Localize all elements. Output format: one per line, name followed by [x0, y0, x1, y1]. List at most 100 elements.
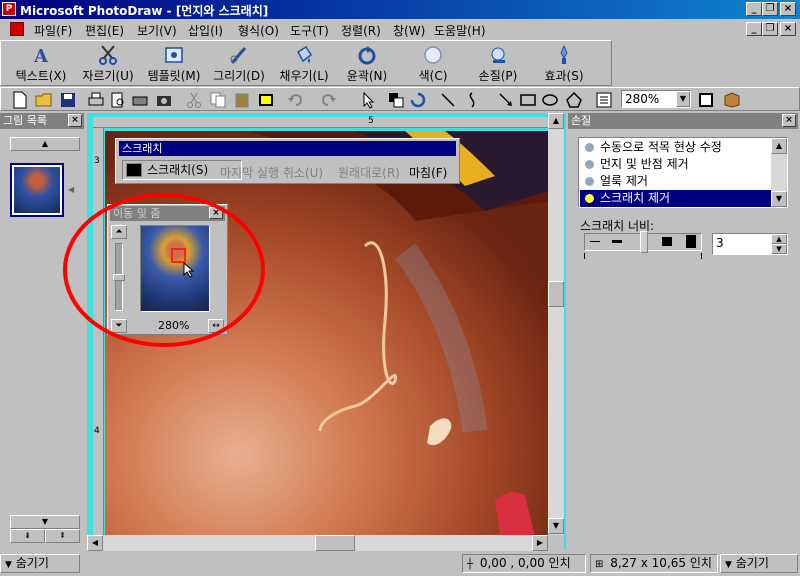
pointer-icon[interactable]: [359, 91, 377, 109]
spin-down-icon[interactable]: ▼: [771, 244, 787, 254]
vertical-scrollbar[interactable]: ▲ ▼: [548, 113, 564, 535]
effects-button[interactable]: 효과(S): [535, 41, 593, 87]
draw-icon: [230, 47, 247, 64]
scroll-right-arrow-icon[interactable]: ▶: [532, 535, 548, 551]
touchup-item-smudge[interactable]: 얼룩 제거: [580, 173, 771, 190]
horizontal-scrollbar[interactable]: ◀ ▶: [87, 535, 548, 551]
horizontal-scroll-thumb[interactable]: [315, 535, 355, 551]
doc-restore-button[interactable]: ❐: [762, 22, 778, 36]
chevron-down-icon[interactable]: ▼: [676, 91, 690, 107]
width-slider-thumb[interactable]: [640, 231, 648, 253]
undo-last-button[interactable]: 마지막 실행 취소(U): [220, 164, 323, 181]
curve-icon[interactable]: [463, 91, 481, 109]
hide-left-toggle[interactable]: ▼ 숨기기: [0, 554, 80, 573]
status-bar: ▼ 숨기기 ┼ 0,00 , 0,00 인치 ⊞ 8,27 x 10,65 인치…: [0, 551, 800, 576]
arrange-icon[interactable]: [387, 91, 405, 109]
zoom-value: 280%: [625, 92, 660, 106]
spin-up-icon[interactable]: ▲: [771, 234, 787, 244]
line-icon[interactable]: [439, 91, 457, 109]
text-button[interactable]: A 텍스트(X): [9, 41, 73, 87]
zoom-fit-icon[interactable]: [697, 91, 715, 109]
rotate-icon[interactable]: [409, 91, 427, 109]
outline-button[interactable]: 윤곽(N): [339, 41, 395, 87]
picture-list-close-button[interactable]: ×: [68, 114, 82, 127]
touchup-item-scratch[interactable]: 스크래치 제거: [580, 190, 771, 207]
draw-button[interactable]: 그리기(D): [208, 41, 270, 87]
scroll-up-arrow-icon[interactable]: ▲: [548, 113, 564, 129]
color-button[interactable]: 색(C): [405, 41, 461, 87]
save-icon[interactable]: [59, 91, 77, 109]
touchup-item-dust[interactable]: 먼지 및 반점 제거: [580, 156, 771, 173]
picture-thumbnail[interactable]: [10, 163, 64, 217]
menu-window[interactable]: 창(W): [393, 22, 425, 39]
doc-close-button[interactable]: ×: [780, 22, 796, 36]
scratch-width-picker[interactable]: [584, 231, 704, 259]
maximize-button[interactable]: ❐: [762, 2, 778, 16]
bullet-icon: [585, 177, 594, 186]
horizontal-ruler: 5: [93, 116, 548, 128]
width-4-icon[interactable]: [662, 237, 672, 246]
zoom-select[interactable]: 280% ▼: [621, 90, 691, 108]
copy-icon[interactable]: [209, 91, 227, 109]
scratch-width-input[interactable]: 3 ▲ ▼: [712, 233, 788, 255]
width-5-icon[interactable]: [686, 235, 696, 248]
menu-edit[interactable]: 편집(E): [85, 22, 124, 39]
touchup-list-scrollbar[interactable]: ▲ ▼: [771, 138, 787, 207]
ellipse-icon[interactable]: [541, 91, 559, 109]
scan-icon[interactable]: [131, 91, 149, 109]
undo-icon[interactable]: [287, 91, 305, 109]
menu-file[interactable]: 파일(F): [34, 22, 72, 39]
text-box-icon[interactable]: [595, 91, 613, 109]
scroll-left-arrow-icon[interactable]: ◀: [87, 535, 103, 551]
size-icon: ⊞: [595, 559, 604, 570]
ruler-label: 5: [368, 116, 374, 126]
touchup-icon: [491, 47, 505, 63]
list-scroll-up-icon[interactable]: ▲: [771, 138, 787, 154]
document-icon[interactable]: [10, 22, 24, 36]
scroll-up-button[interactable]: ▲: [10, 137, 80, 151]
touchup-button[interactable]: 손질(P): [469, 41, 527, 87]
hide-right-toggle[interactable]: ▼ 숨기기: [720, 554, 798, 573]
menu-tools[interactable]: 도구(T): [290, 22, 329, 39]
redo-icon[interactable]: [319, 91, 337, 109]
effects-icon: [560, 44, 568, 64]
menu-help[interactable]: 도움말(H): [434, 22, 486, 39]
scroll-bottom-button[interactable]: ⇟: [10, 529, 45, 543]
chevron-down-icon: ▼: [725, 560, 732, 570]
finish-button[interactable]: 마침(F): [409, 164, 447, 181]
template-button[interactable]: 템플릿(M): [142, 41, 206, 87]
print-icon[interactable]: [87, 91, 105, 109]
minimize-button[interactable]: _: [746, 2, 762, 16]
list-scroll-down-icon[interactable]: ▼: [771, 191, 787, 207]
new-file-icon[interactable]: [11, 91, 29, 109]
paste-icon[interactable]: [233, 91, 251, 109]
fill-button[interactable]: 채우기(L): [273, 41, 335, 87]
touchup-item-redeye[interactable]: 수동으로 적목 현상 수정: [580, 139, 771, 156]
scroll-top-button[interactable]: ⇞: [45, 529, 80, 543]
vertical-scroll-thumb[interactable]: [548, 281, 564, 307]
scroll-down-button[interactable]: ▼: [10, 515, 80, 529]
template-icon: [165, 47, 183, 63]
width-2-icon[interactable]: [612, 240, 622, 243]
rectangle-icon[interactable]: [519, 91, 537, 109]
help-book-icon[interactable]: [723, 91, 741, 109]
format-painter-icon[interactable]: [257, 91, 275, 109]
touchup-close-button[interactable]: ×: [782, 114, 796, 127]
menu-arrange[interactable]: 정렬(R): [341, 22, 381, 39]
scroll-down-arrow-icon[interactable]: ▼: [548, 518, 564, 534]
doc-minimize-button[interactable]: _: [746, 22, 762, 36]
revert-button[interactable]: 원래대로(R): [338, 164, 400, 181]
print-preview-icon[interactable]: [109, 91, 127, 109]
crop-button[interactable]: 자르기(U): [79, 41, 137, 87]
open-folder-icon[interactable]: [35, 91, 53, 109]
chevron-down-icon: ▼: [5, 560, 12, 570]
arrow-icon[interactable]: [497, 91, 515, 109]
camera-icon[interactable]: [155, 91, 173, 109]
cut-icon[interactable]: [185, 91, 203, 109]
menu-view[interactable]: 보기(V): [137, 22, 177, 39]
width-1-icon[interactable]: [590, 241, 600, 242]
menu-format[interactable]: 형식(O): [238, 22, 279, 39]
autoshape-icon[interactable]: [565, 91, 583, 109]
menu-insert[interactable]: 삽입(I): [188, 22, 223, 39]
close-button[interactable]: ×: [780, 2, 796, 16]
